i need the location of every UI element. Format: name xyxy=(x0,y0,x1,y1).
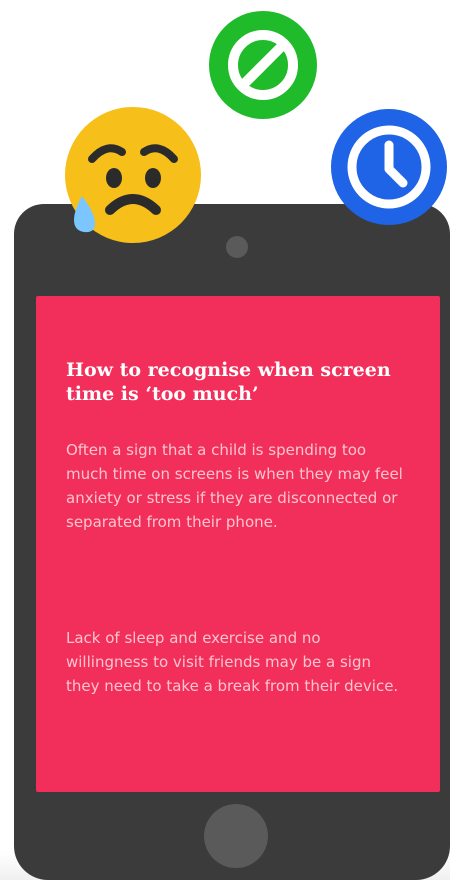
worried-face-icon xyxy=(62,104,204,246)
screen-paragraph-2: Lack of sleep and exercise and no willin… xyxy=(66,629,399,695)
blocked-icon xyxy=(208,10,318,120)
screen-paragraph-1: Often a sign that a child is spending to… xyxy=(66,441,403,531)
phone-screen: How to recognise when screen time is ‘to… xyxy=(36,296,440,792)
home-button xyxy=(204,804,268,868)
phone-illustration: How to recognise when screen time is ‘to… xyxy=(14,204,450,880)
clock-icon xyxy=(330,108,448,226)
phone-camera xyxy=(226,236,248,258)
screen-title: How to recognise when screen time is ‘to… xyxy=(66,359,391,405)
